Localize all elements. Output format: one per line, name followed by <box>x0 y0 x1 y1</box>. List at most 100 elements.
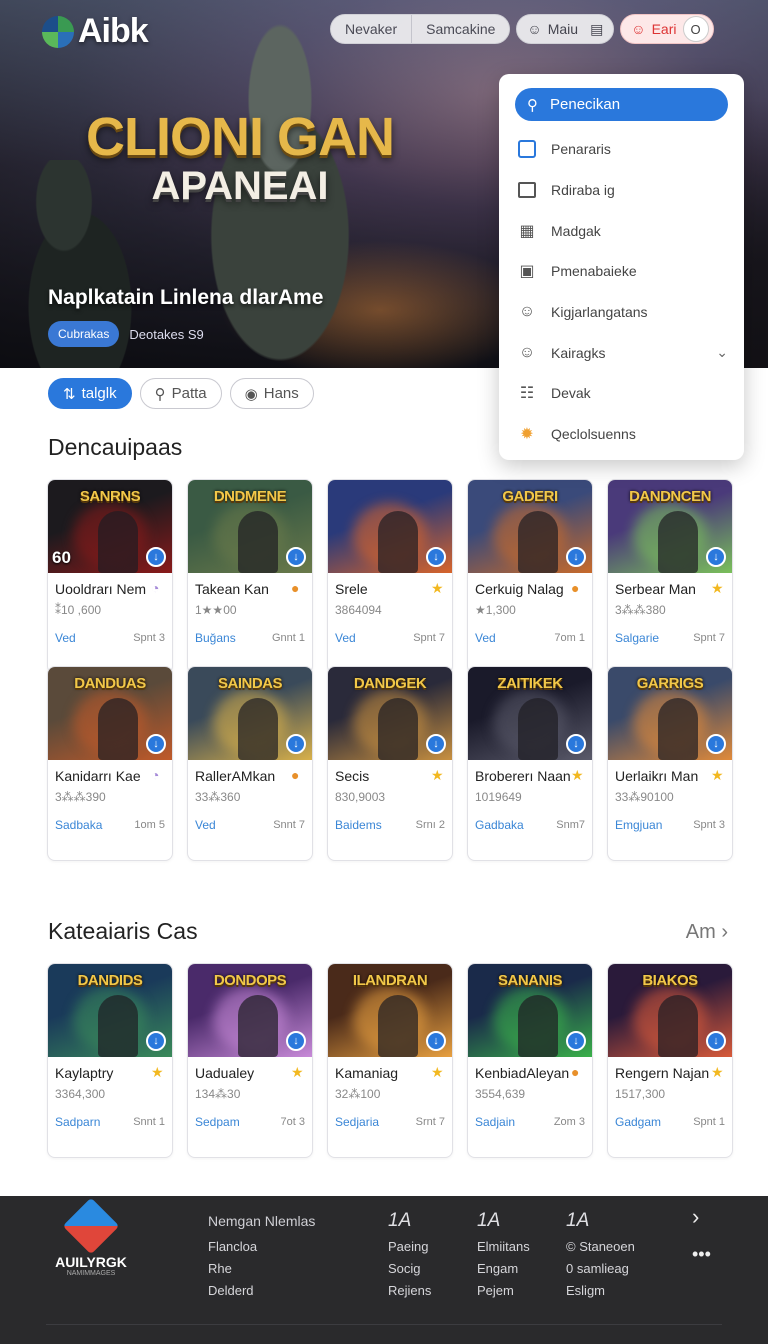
game-card[interactable]: ↓ Srele ★ 3864094 Ved Spnt 7 <box>327 479 453 674</box>
footer-link[interactable]: Socig <box>388 1258 431 1280</box>
footer-link[interactable]: Pejem <box>477 1280 530 1302</box>
game-card[interactable]: ZAITIKEK ↓ Brobererı Naan ★ 1019649 Gadbaka Sn… <box>467 666 593 861</box>
download-icon[interactable]: ↓ <box>566 547 586 567</box>
download-icon[interactable]: ↓ <box>286 734 306 754</box>
game-art: ↓ <box>328 480 452 573</box>
game-genre[interactable]: Gadbaka <box>475 818 524 832</box>
game-card[interactable]: SANRNS 60 ↓ Uooldrarı Nem ◔ ⁑10 ,600 Ved Spnt 3 <box>47 479 173 674</box>
nav-segment-item[interactable]: Nevaker <box>331 15 411 43</box>
game-logo: GARRIGS <box>636 675 704 692</box>
download-icon[interactable]: ↓ <box>146 734 166 754</box>
game-genre[interactable]: Emgjuan <box>615 818 662 832</box>
dropdown-item[interactable]: ▦ Madgak <box>515 210 728 251</box>
footer: AUILYRGK NAMIMMAGES Nemgan Nlemlas Flanc… <box>0 1196 768 1344</box>
dropdown-item-label: Qeclolsuenns <box>551 426 636 443</box>
download-icon[interactable]: ↓ <box>566 1031 586 1051</box>
chip-active[interactable]: ⇅ talglk <box>48 378 132 409</box>
game-genre[interactable]: Baidems <box>335 818 382 832</box>
game-art: DANDIDS ↓ <box>48 964 172 1057</box>
dropdown-item[interactable]: ▣ Pmenabaieke <box>515 251 728 292</box>
footer-link[interactable]: Elmiitans <box>477 1236 530 1258</box>
footer-divider <box>46 1324 722 1325</box>
hero-tag[interactable]: Cubrakas <box>48 321 120 347</box>
chevron-right-icon[interactable]: › <box>692 1204 699 1230</box>
download-icon[interactable]: ↓ <box>706 1031 726 1051</box>
dropdown-search[interactable]: ⚲ Penecikan <box>515 88 728 121</box>
download-icon[interactable]: ↓ <box>286 547 306 567</box>
footer-link[interactable]: Rejiens <box>388 1280 431 1302</box>
game-genre[interactable]: Sedpam <box>195 1115 240 1129</box>
action-pill[interactable]: ☺ Eari O <box>620 14 714 44</box>
game-card[interactable]: GARRIGS ↓ Uerlaikrı Man ★ 33⁂90100 Emgjuan Spn… <box>607 666 733 861</box>
dropdown-item[interactable]: Rdiraba ig <box>515 170 728 211</box>
game-genre[interactable]: Sadbaka <box>55 818 102 832</box>
game-card[interactable]: GADERI ↓ Cerkuig Nalag ● ★1,300 Ved 7om 1 <box>467 479 593 674</box>
dropdown-item[interactable]: Penararis <box>515 129 728 170</box>
footer-link[interactable]: Flancloa <box>208 1236 315 1258</box>
download-icon[interactable]: ↓ <box>706 734 726 754</box>
download-icon[interactable]: ↓ <box>566 734 586 754</box>
game-card[interactable]: ILANDRAN ↓ Kamaniag ★ 32⁂100 Sedjaria Srnt 7 <box>327 963 453 1158</box>
swap-icon: ⇅ <box>63 385 76 403</box>
game-count: 3554,639 <box>475 1087 526 1101</box>
art-figure <box>377 995 418 1057</box>
game-genre[interactable]: Ved <box>475 631 496 645</box>
game-card[interactable]: DANDIDS ↓ Kaylaptry ★ 3364,300 Sadparn Snnt 1 <box>47 963 173 1158</box>
more-icon[interactable]: ••• <box>692 1244 711 1265</box>
chip-label: Hans <box>263 385 299 402</box>
game-title: Brobererı Naan <box>475 768 571 784</box>
game-genre[interactable]: Sadjain <box>475 1115 515 1129</box>
download-icon[interactable]: ↓ <box>146 547 166 567</box>
download-icon[interactable]: ↓ <box>146 1031 166 1051</box>
footer-link[interactable]: Esligm <box>566 1280 635 1302</box>
chip[interactable]: ⚲ Patta <box>139 378 222 409</box>
game-genre[interactable]: Salgarie <box>615 631 659 645</box>
game-card[interactable]: DONDOPS ↓ Uadualey ★ 134⁂30 Sedpam 7ot 3 <box>187 963 313 1158</box>
footer-link[interactable]: Engam <box>477 1258 530 1280</box>
game-genre[interactable]: Ved <box>55 631 76 645</box>
brand-logo[interactable]: Aibk <box>42 12 149 51</box>
footer-column: 1A © Staneoen 0 samlieag Esligm <box>566 1210 635 1302</box>
footer-link[interactable]: 0 samlieag <box>566 1258 635 1280</box>
game-genre[interactable]: Ved <box>335 631 356 645</box>
footer-column: 1A Elmiitans Engam Pejem <box>477 1210 530 1302</box>
download-icon[interactable]: ↓ <box>426 547 446 567</box>
dropdown-item[interactable]: ☺ Kigjarlangatans <box>515 292 728 333</box>
game-logo: SAINDAS <box>217 675 283 692</box>
game-card[interactable]: SAINDAS ↓ RallerAMkan ● 33⁂360 Ved Snnt 7 <box>187 666 313 861</box>
game-genre[interactable]: Buğans <box>195 631 236 645</box>
footer-link[interactable]: © Staneoen <box>566 1236 635 1258</box>
game-card[interactable]: DANDGEK ↓ Secis ★ 830,9003 Baidems Srnı 2 <box>327 666 453 861</box>
footer-link[interactable]: Rhe <box>208 1258 315 1280</box>
dropdown-item[interactable]: ☷ Devak <box>515 373 728 414</box>
download-icon[interactable]: ↓ <box>706 547 726 567</box>
user-pill[interactable]: ☺ Maiu ▤ <box>516 14 615 44</box>
footer-logo[interactable]: AUILYRGK NAMIMMAGES <box>46 1197 136 1277</box>
chip[interactable]: ◉ Hans <box>229 378 314 409</box>
chevron-down-icon[interactable]: ⌄ <box>716 344 728 361</box>
game-genre[interactable]: Ved <box>195 818 216 832</box>
see-more-link[interactable]: Am › <box>686 921 728 944</box>
footer-link[interactable]: Delderd <box>208 1280 315 1302</box>
game-age-rating: 60 <box>52 548 71 567</box>
game-genre[interactable]: Gadgam <box>615 1115 661 1129</box>
download-icon[interactable]: ↓ <box>426 734 446 754</box>
game-art: SAINDAS ↓ <box>188 667 312 760</box>
game-card[interactable]: BIAKOS ↓ Rengern Najan ★ 1517,300 Gadgam Spnt … <box>607 963 733 1158</box>
game-card[interactable]: DANDNCEN ↓ Serbear Man ★ 3⁂⁂380 Salgarie Spnt … <box>607 479 733 674</box>
game-genre[interactable]: Sedjaria <box>335 1115 379 1129</box>
download-icon[interactable]: ↓ <box>286 1031 306 1051</box>
game-card[interactable]: DNDMENE ↓ Takean Kan ● 1★★00 Buğans Gnnt 1 <box>187 479 313 674</box>
dropdown-item[interactable]: ☺ Kairagks ⌄ <box>515 332 728 373</box>
game-card[interactable]: SANANIS ↓ KenbiadAleyan ● 3554,639 Sadjain Zom… <box>467 963 593 1158</box>
dropdown-item-label: Rdiraba ig <box>551 182 615 199</box>
dropdown-item[interactable]: ✹ Qeclolsuenns <box>515 414 728 455</box>
art-figure <box>377 698 418 760</box>
art-figure <box>237 698 278 760</box>
game-genre[interactable]: Sadparn <box>55 1115 100 1129</box>
download-icon[interactable]: ↓ <box>426 1031 446 1051</box>
nav-segment-item[interactable]: Samcakine <box>411 15 509 43</box>
toggle-circle[interactable]: O <box>682 16 709 42</box>
game-card[interactable]: DANDUAS ↓ Kanidarrı Kae ◔ 3⁂⁂390 Sadbaka 1om 5 <box>47 666 173 861</box>
footer-link[interactable]: Paeing <box>388 1236 431 1258</box>
